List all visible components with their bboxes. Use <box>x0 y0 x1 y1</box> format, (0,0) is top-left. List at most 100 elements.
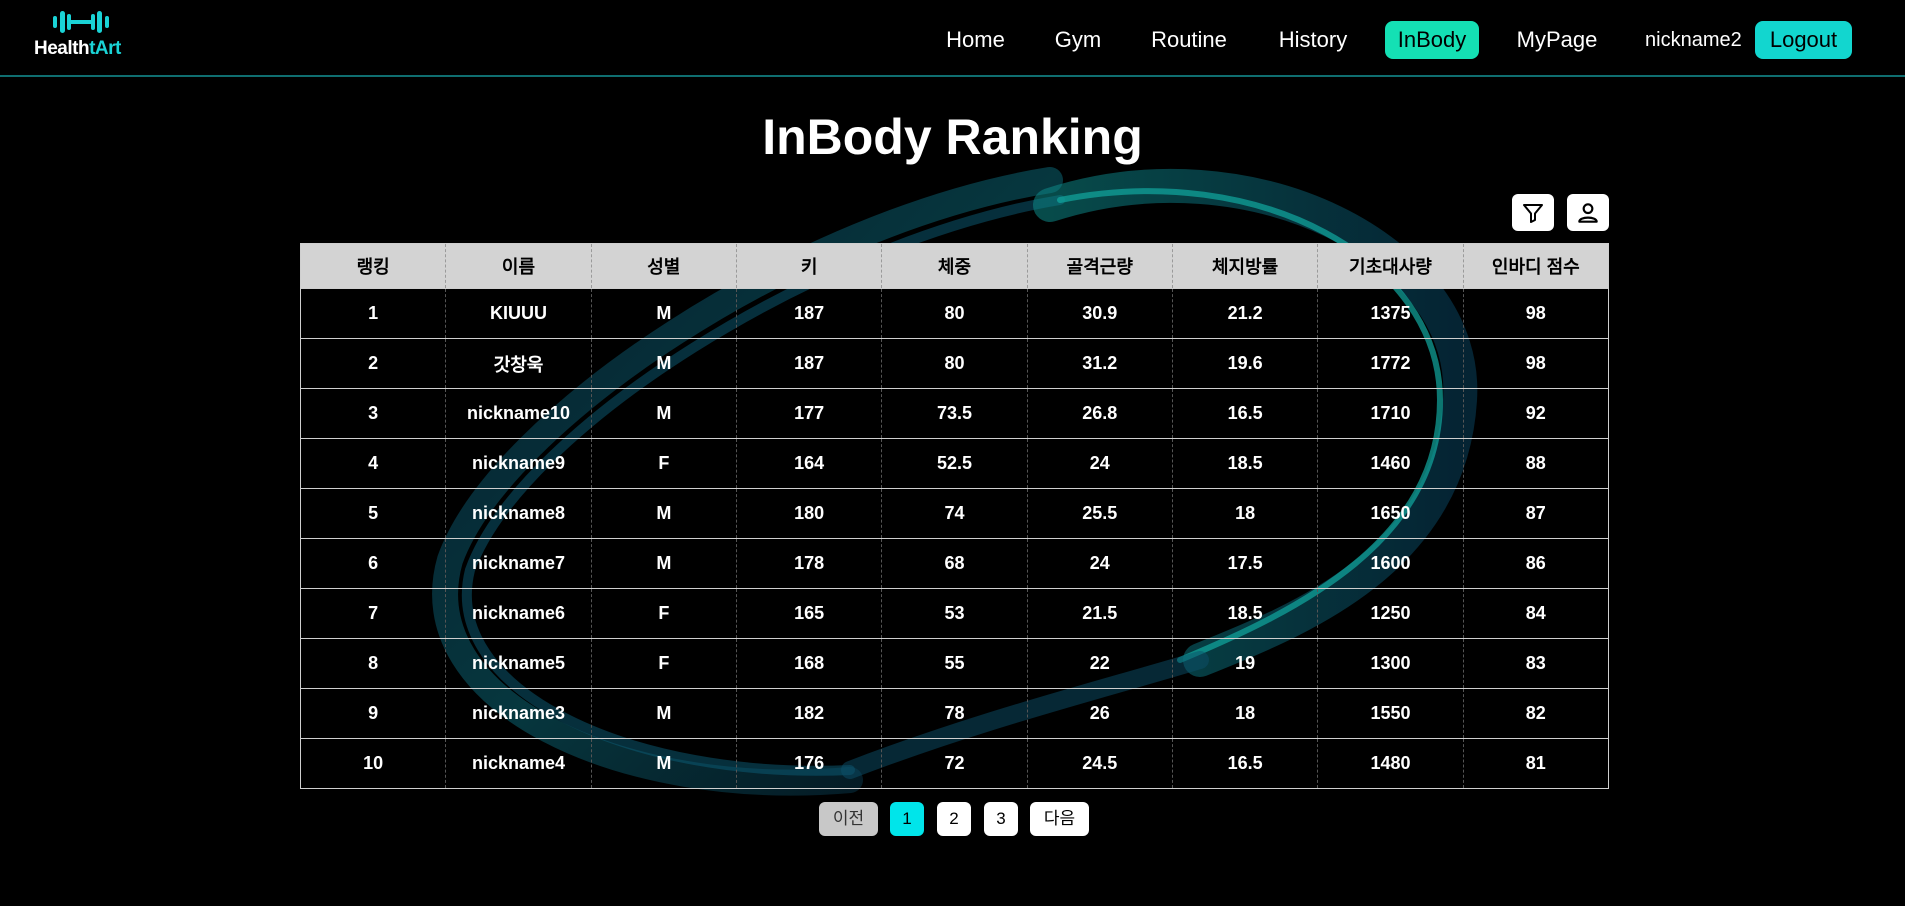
table-cell: M <box>590 288 737 339</box>
table-header-row: 랭킹 이름 성별 키 체중 골격근량 체지방률 기초대사량 인바디 점수 <box>300 243 1609 289</box>
table-cell: 16.5 <box>1171 738 1318 789</box>
page-button-1[interactable]: 1 <box>890 802 924 836</box>
table-cell: 1650 <box>1317 488 1464 539</box>
column-header: 성별 <box>590 243 737 289</box>
column-header: 랭킹 <box>300 243 446 289</box>
table-cell: 74 <box>881 488 1028 539</box>
table-cell: 165 <box>735 588 882 639</box>
page-title: InBody Ranking <box>762 109 1143 165</box>
table-cell: 6 <box>300 538 446 589</box>
table-cell: 168 <box>735 638 882 689</box>
table-row[interactable]: 2 갓창욱 M 187 80 31.2 19.6 1772 98 <box>300 338 1609 389</box>
nav-routine[interactable]: Routine <box>1145 21 1233 59</box>
table-cell: F <box>590 638 737 689</box>
table-cell: 21.5 <box>1026 588 1173 639</box>
table-cell: 2 <box>300 338 446 389</box>
table-cell: 24 <box>1026 438 1173 489</box>
table-cell: M <box>590 388 737 439</box>
table-cell: 87 <box>1462 488 1609 539</box>
table-cell: 18.5 <box>1171 438 1318 489</box>
table-cell: 1600 <box>1317 538 1464 589</box>
table-cell: 18 <box>1171 688 1318 739</box>
table-cell: 83 <box>1462 638 1609 689</box>
page-button-3[interactable]: 3 <box>984 802 1018 836</box>
table-cell: 1480 <box>1317 738 1464 789</box>
table-cell: 19 <box>1171 638 1318 689</box>
prev-page-button[interactable]: 이전 <box>819 802 878 836</box>
table-cell: 1460 <box>1317 438 1464 489</box>
column-header: 골격근량 <box>1026 243 1173 289</box>
table-row[interactable]: 4 nickname9 F 164 52.5 24 18.5 1460 88 <box>300 438 1609 489</box>
column-header: 체중 <box>881 243 1028 289</box>
table-cell: 55 <box>881 638 1028 689</box>
pagination: 이전 1 2 3 다음 <box>0 802 1905 836</box>
table-cell: nickname6 <box>445 588 592 639</box>
table-cell: 80 <box>881 338 1028 389</box>
table-cell: 1300 <box>1317 638 1464 689</box>
table-row[interactable]: 10 nickname4 M 176 72 24.5 16.5 1480 81 <box>300 738 1609 789</box>
ranking-table: 랭킹 이름 성별 키 체중 골격근량 체지방률 기초대사량 인바디 점수 1 KIUUU M 187 8… <box>300 243 1609 789</box>
table-cell: 1 <box>300 288 446 339</box>
table-body: 1 KIUUU M 187 80 30.9 21.2 1375 98 2 갓창욱 M 187 80 31.2… <box>300 288 1609 789</box>
table-row[interactable]: 6 nickname7 M 178 68 24 17.5 1600 86 <box>300 538 1609 589</box>
table-cell: 갓창욱 <box>445 338 592 389</box>
nav-history[interactable]: History <box>1272 21 1354 59</box>
table-cell: nickname7 <box>445 538 592 589</box>
table-cell: 81 <box>1462 738 1609 789</box>
logout-button[interactable]: Logout <box>1755 21 1852 59</box>
table-cell: KIUUU <box>445 288 592 339</box>
table-cell: 1772 <box>1317 338 1464 389</box>
ranking-table-wrapper: 랭킹 이름 성별 키 체중 골격근량 체지방률 기초대사량 인바디 점수 1 KIUUU M 187 8… <box>300 243 1609 789</box>
table-cell: F <box>590 588 737 639</box>
nav-inbody[interactable]: InBody <box>1385 21 1479 59</box>
table-cell: 19.6 <box>1171 338 1318 389</box>
table-cell: 4 <box>300 438 446 489</box>
table-cell: 68 <box>881 538 1028 589</box>
table-cell: 10 <box>300 738 446 789</box>
table-cell: 1710 <box>1317 388 1464 439</box>
table-cell: nickname3 <box>445 688 592 739</box>
page-button-2[interactable]: 2 <box>937 802 971 836</box>
nav-home[interactable]: Home <box>938 21 1013 59</box>
table-cell: 78 <box>881 688 1028 739</box>
column-header: 키 <box>735 243 882 289</box>
filter-icon <box>1523 203 1543 223</box>
table-cell: 187 <box>735 338 882 389</box>
table-cell: 72 <box>881 738 1028 789</box>
table-cell: 86 <box>1462 538 1609 589</box>
table-row[interactable]: 7 nickname6 F 165 53 21.5 18.5 1250 84 <box>300 588 1609 639</box>
top-header: HealthtArt Home Gym Routine History InBo… <box>0 0 1905 77</box>
table-cell: 187 <box>735 288 882 339</box>
column-header: 체지방률 <box>1171 243 1318 289</box>
table-cell: 73.5 <box>881 388 1028 439</box>
table-cell: nickname9 <box>445 438 592 489</box>
table-cell: nickname5 <box>445 638 592 689</box>
table-cell: 9 <box>300 688 446 739</box>
table-cell: F <box>590 438 737 489</box>
table-cell: 176 <box>735 738 882 789</box>
table-cell: 26 <box>1026 688 1173 739</box>
table-cell: M <box>590 538 737 589</box>
table-cell: 53 <box>881 588 1028 639</box>
table-row[interactable]: 9 nickname3 M 182 78 26 18 1550 82 <box>300 688 1609 739</box>
table-row[interactable]: 8 nickname5 F 168 55 22 19 1300 83 <box>300 638 1609 689</box>
table-cell: 178 <box>735 538 882 589</box>
next-page-button[interactable]: 다음 <box>1030 802 1089 836</box>
table-cell: 18 <box>1171 488 1318 539</box>
table-cell: 1550 <box>1317 688 1464 739</box>
table-cell: 98 <box>1462 288 1609 339</box>
table-cell: 26.8 <box>1026 388 1173 439</box>
my-profile-button[interactable] <box>1567 194 1609 231</box>
table-cell: 18.5 <box>1171 588 1318 639</box>
table-cell: M <box>590 338 737 389</box>
table-cell: 22 <box>1026 638 1173 689</box>
nav-mypage[interactable]: MyPage <box>1512 21 1602 59</box>
filter-button[interactable] <box>1512 194 1554 231</box>
username-label: nickname2 <box>1645 29 1742 51</box>
table-cell: 3 <box>300 388 446 439</box>
table-cell: 24 <box>1026 538 1173 589</box>
table-row[interactable]: 5 nickname8 M 180 74 25.5 18 1650 87 <box>300 488 1609 539</box>
table-row[interactable]: 3 nickname10 M 177 73.5 26.8 16.5 1710 92 <box>300 388 1609 439</box>
nav-gym[interactable]: Gym <box>1050 21 1106 59</box>
table-row[interactable]: 1 KIUUU M 187 80 30.9 21.2 1375 98 <box>300 288 1609 339</box>
